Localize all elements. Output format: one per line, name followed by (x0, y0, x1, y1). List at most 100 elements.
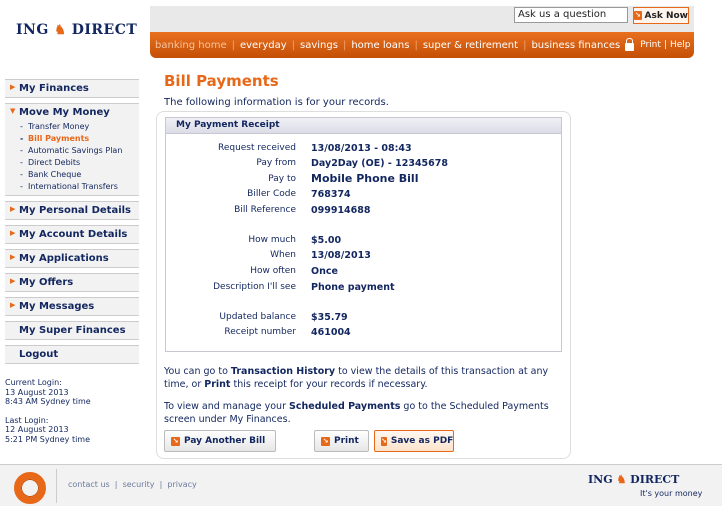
sidebar-subitem-label: Direct Debits (28, 158, 81, 167)
sidebar-item-my-finances[interactable]: ▶ My Finances (5, 80, 139, 97)
field-label: Bill Reference (234, 205, 296, 215)
chevron-right-icon: ▶ (10, 277, 16, 285)
sidebar-item-label: My Offers (19, 277, 74, 288)
transaction-history-note: You can go to Transaction History to vie… (164, 366, 560, 391)
sidebar-subitem-automatic-savings-plan[interactable]: - Automatic Savings Plan (5, 145, 139, 157)
search-input[interactable]: Ask us a question (514, 7, 628, 23)
sidebar-section: ▶ My Personal Details (5, 201, 139, 220)
lifebuoy-icon (14, 472, 46, 504)
login-info: Current Login: 13 August 2013 8:43 AM Sy… (5, 378, 91, 444)
sidebar-subitem-label: Bill Payments (28, 134, 90, 143)
nav-everyday[interactable]: everyday (235, 40, 292, 51)
sidebar-subitem-label: Automatic Savings Plan (28, 146, 123, 155)
contact-us-link[interactable]: contact us (68, 480, 110, 489)
last-login-label: Last Login: (5, 415, 49, 425)
dash-icon: - (20, 158, 23, 167)
sidebar-subitem-direct-debits[interactable]: - Direct Debits (5, 157, 139, 169)
ask-now-button[interactable]: ↘ Ask Now (633, 7, 689, 24)
sidebar-item-label: My Messages (19, 301, 95, 312)
sidebar-item-label: My Account Details (19, 229, 128, 240)
field-value: 099914688 (311, 205, 371, 216)
save-as-pdf-button[interactable]: ↘ Save as PDF (374, 430, 454, 452)
sidebar-item-super-finances[interactable]: My Super Finances (5, 322, 139, 339)
sidebar-section: ▶ My Account Details (5, 225, 139, 244)
receipt-row: Biller Code 768374 (166, 189, 563, 203)
sidebar-subitem-international-transfers[interactable]: - International Transfers (5, 181, 139, 195)
receipt-row: Updated balance $35.79 (166, 312, 563, 326)
field-value: 13/08/2013 - 08:43 (311, 143, 412, 154)
arrow-icon: ↘ (171, 436, 180, 446)
receipt-row: When 13/08/2013 (166, 250, 563, 264)
nav-home-loans[interactable]: home loans (346, 40, 414, 51)
print-receipt-link[interactable]: Print (204, 379, 230, 390)
dash-icon: - (20, 146, 23, 155)
sidebar-item-account-details[interactable]: ▶ My Account Details (5, 226, 139, 243)
sidebar: ▶ My Finances ▼ Move My Money - Transfer Mo… (5, 79, 139, 369)
field-label: Updated balance (219, 312, 296, 322)
sidebar-section: Logout (5, 345, 139, 364)
chevron-right-icon: ▶ (10, 205, 16, 213)
sidebar-item-label: My Finances (19, 83, 89, 94)
sidebar-item-move-my-money[interactable]: ▼ Move My Money (5, 104, 139, 121)
field-label: How often (250, 266, 296, 276)
nav-super-retirement[interactable]: super & retirement (418, 40, 523, 51)
sidebar-item-offers[interactable]: ▶ My Offers (5, 274, 139, 291)
tagline: It's your money (640, 489, 703, 498)
arrow-icon: ↘ (381, 436, 387, 446)
sidebar-section: ▶ My Finances (5, 79, 139, 98)
last-login-date: 12 August 2013 (5, 425, 69, 434)
sidebar-item-logout[interactable]: Logout (5, 346, 139, 363)
sidebar-section: ▶ My Offers (5, 273, 139, 292)
main-nav: banking home | everyday | savings | home… (150, 32, 722, 58)
receipt-title: My Payment Receipt (165, 117, 562, 134)
scheduled-payments-link[interactable]: Scheduled Payments (289, 401, 400, 412)
sidebar-item-personal-details[interactable]: ▶ My Personal Details (5, 202, 139, 219)
sidebar-item-applications[interactable]: ▶ My Applications (5, 250, 139, 267)
field-label: Pay from (256, 158, 296, 168)
print-button[interactable]: ↘ Print (314, 430, 369, 452)
field-label: Pay to (268, 174, 296, 184)
receipt-row: Request received 13/08/2013 - 08:43 (166, 143, 563, 157)
page-title: Bill Payments (164, 72, 279, 90)
field-label: Biller Code (247, 189, 296, 199)
help-link[interactable]: Help (670, 40, 691, 50)
pay-another-bill-button[interactable]: ↘ Pay Another Bill (164, 430, 276, 452)
print-link[interactable]: Print (640, 40, 661, 50)
receipt-row: Receipt number 461004 (166, 327, 563, 341)
field-value: Day2Day (OE) - 12345678 (311, 158, 448, 169)
sidebar-section: My Super Finances (5, 321, 139, 340)
field-label: When (270, 250, 296, 260)
sidebar-item-messages[interactable]: ▶ My Messages (5, 298, 139, 315)
receipt-row: Pay to Mobile Phone Bill (166, 172, 563, 188)
logout-link[interactable]: Logout (700, 40, 722, 50)
privacy-link[interactable]: privacy (167, 480, 196, 489)
nav-banking-home[interactable]: banking home (150, 40, 232, 51)
field-label: Request received (217, 143, 296, 153)
sidebar-item-label: My Personal Details (19, 205, 132, 216)
logo-text-right: DIRECT (71, 22, 138, 38)
note-text: You can go to (164, 366, 231, 377)
nav-savings[interactable]: savings (295, 40, 343, 51)
field-value: Once (311, 266, 338, 277)
scheduled-payments-note: To view and manage your Scheduled Paymen… (164, 401, 560, 426)
util-separator: | (693, 40, 697, 50)
security-link[interactable]: security (123, 480, 155, 489)
arrow-icon: ↘ (321, 436, 330, 446)
util-separator: | (663, 40, 667, 50)
intro-text: The following information is for your re… (164, 97, 389, 108)
sidebar-subitem-label: International Transfers (28, 182, 118, 191)
field-value: 768374 (311, 189, 351, 200)
dash-icon: - (20, 182, 23, 191)
nav-business-finances[interactable]: business finances (526, 40, 625, 51)
sidebar-subitem-transfer-money[interactable]: - Transfer Money (5, 121, 139, 133)
sidebar-item-label: My Applications (19, 253, 109, 264)
sidebar-subitem-bank-cheque[interactable]: - Bank Cheque (5, 169, 139, 181)
transaction-history-link[interactable]: Transaction History (231, 366, 335, 377)
field-label: Description I'll see (213, 282, 296, 292)
dash-icon: - (20, 122, 23, 131)
ing-direct-logo[interactable]: ING ♞ DIRECT (16, 22, 137, 38)
logo-text-right: DIRECT (630, 473, 680, 486)
logo-text-left: ING (588, 473, 613, 486)
sidebar-subitem-bill-payments[interactable]: - Bill Payments (5, 133, 139, 145)
field-value: $35.79 (311, 312, 348, 323)
